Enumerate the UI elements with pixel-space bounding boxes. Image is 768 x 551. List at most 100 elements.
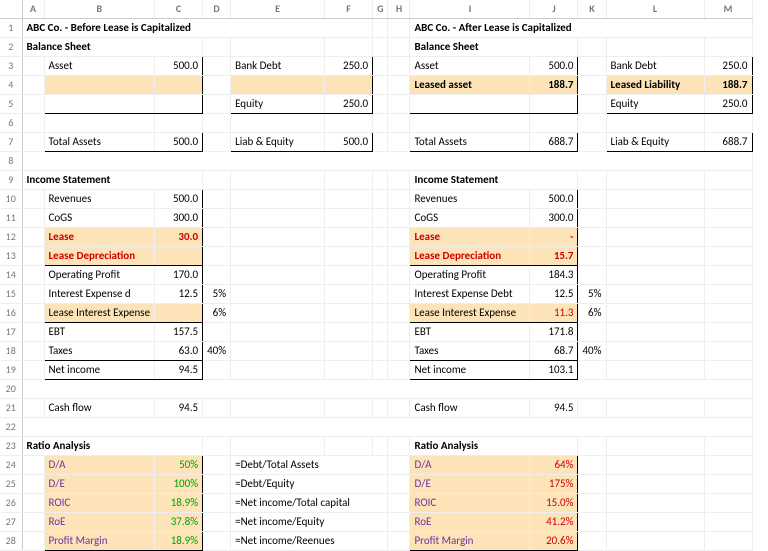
cogs-lbl-right[interactable]: CoGS: [410, 209, 530, 228]
int-val-left[interactable]: 12.5: [155, 285, 203, 304]
row-10[interactable]: 10: [0, 190, 22, 209]
row-23[interactable]: 23: [0, 437, 22, 456]
row-26[interactable]: 26: [0, 494, 22, 513]
col-C[interactable]: C: [155, 0, 203, 19]
spreadsheet-grid[interactable]: A B C D E F G H I J K L M 1 ABC Co. - Be…: [0, 0, 753, 551]
asset-val-left[interactable]: 500.0: [155, 57, 203, 76]
corner-cell[interactable]: [0, 0, 22, 19]
dep-val-right[interactable]: 15.7: [530, 247, 578, 266]
cf-lbl-left[interactable]: Cash flow: [44, 399, 155, 418]
le-lbl-right[interactable]: Liab & Equity: [606, 133, 704, 152]
tax-val-left[interactable]: 63.0: [155, 342, 203, 361]
row-25[interactable]: 25: [0, 475, 22, 494]
col-F[interactable]: F: [325, 0, 373, 19]
equity-val-right[interactable]: 250.0: [704, 95, 752, 114]
row-21[interactable]: 21: [0, 399, 22, 418]
lease-lbl-right[interactable]: Lease: [410, 228, 530, 247]
col-I[interactable]: I: [410, 0, 530, 19]
de-lbl-right[interactable]: D/E: [410, 475, 530, 494]
de-val-left[interactable]: 100%: [155, 475, 203, 494]
col-D[interactable]: D: [203, 0, 231, 19]
row-19[interactable]: 19: [0, 361, 22, 380]
lie-rate-right[interactable]: 6%: [578, 304, 606, 323]
dep-lbl-right[interactable]: Lease Depreciation: [410, 247, 530, 266]
cogs-val-right[interactable]: 300.0: [530, 209, 578, 228]
col-E[interactable]: E: [231, 0, 325, 19]
bankdebt-val-left[interactable]: 250.0: [325, 57, 373, 76]
int-rate-right[interactable]: 5%: [578, 285, 606, 304]
int-val-right[interactable]: 12.5: [530, 285, 578, 304]
roe-val-right[interactable]: 41.2%: [530, 513, 578, 532]
rev-val-right[interactable]: 500.0: [530, 190, 578, 209]
lie-val-left[interactable]: [155, 304, 203, 323]
lie-lbl-left[interactable]: Lease Interest Expense: [44, 304, 155, 323]
ebt-val-right[interactable]: 171.8: [530, 323, 578, 342]
row-11[interactable]: 11: [0, 209, 22, 228]
rev-lbl-left[interactable]: Revenues: [44, 190, 155, 209]
is-heading-right[interactable]: Income Statement: [410, 171, 578, 190]
leased-liab-lbl-right[interactable]: Leased Liability: [606, 76, 704, 95]
pm-lbl-right[interactable]: Profit Margin: [410, 532, 530, 551]
equity-lbl-right[interactable]: Equity: [606, 95, 704, 114]
col-L[interactable]: L: [606, 0, 704, 19]
row-20[interactable]: 20: [0, 380, 22, 399]
title-right[interactable]: ABC Co. - After Lease is Capitalized: [410, 19, 752, 38]
da-lbl-left[interactable]: D/A: [44, 456, 155, 475]
le-val-right[interactable]: 688.7: [704, 133, 752, 152]
row-12[interactable]: 12: [0, 228, 22, 247]
ni-val-left[interactable]: 94.5: [155, 361, 203, 380]
col-J[interactable]: J: [530, 0, 578, 19]
row-17[interactable]: 17: [0, 323, 22, 342]
asset-lbl-right[interactable]: Asset: [410, 57, 530, 76]
pm-val-right[interactable]: 20.6%: [530, 532, 578, 551]
pm-val-left[interactable]: 18.9%: [155, 532, 203, 551]
col-B[interactable]: B: [44, 0, 155, 19]
roic-lbl-right[interactable]: ROIC: [410, 494, 530, 513]
leased-asset-lbl-right[interactable]: Leased asset: [410, 76, 530, 95]
op-lbl-left[interactable]: Operating Profit: [44, 266, 155, 285]
row-27[interactable]: 27: [0, 513, 22, 532]
row-3[interactable]: 3: [0, 57, 22, 76]
asset-val-right[interactable]: 500.0: [530, 57, 578, 76]
leased-asset-val-right[interactable]: 188.7: [530, 76, 578, 95]
le-val-left[interactable]: 500.0: [325, 133, 373, 152]
ta-lbl-right[interactable]: Total Assets: [410, 133, 530, 152]
le-lbl-left[interactable]: Liab & Equity: [231, 133, 325, 152]
ta-val-right[interactable]: 688.7: [530, 133, 578, 152]
ni-lbl-left[interactable]: Net income: [44, 361, 155, 380]
leased-liab-val-right[interactable]: 188.7: [704, 76, 752, 95]
leased-asset-val-left[interactable]: [155, 76, 203, 95]
row-6[interactable]: 6: [0, 114, 22, 133]
row-1[interactable]: 1: [0, 19, 22, 38]
col-H[interactable]: H: [388, 0, 410, 19]
row-4[interactable]: 4: [0, 76, 22, 95]
ebt-val-left[interactable]: 157.5: [155, 323, 203, 342]
row-5[interactable]: 5: [0, 95, 22, 114]
bankdebt-lbl-left[interactable]: Bank Debt: [231, 57, 325, 76]
row-16[interactable]: 16: [0, 304, 22, 323]
tax-val-right[interactable]: 68.7: [530, 342, 578, 361]
ni-lbl-right[interactable]: Net income: [410, 361, 530, 380]
formula-pm[interactable]: =Net income/Reenues: [231, 532, 388, 551]
lease-val-left[interactable]: 30.0: [155, 228, 203, 247]
col-K[interactable]: K: [578, 0, 606, 19]
int-lbl-right[interactable]: Interest Expense Debt: [410, 285, 530, 304]
bs-heading-left[interactable]: Balance Sheet: [22, 38, 203, 57]
lease-lbl-left[interactable]: Lease: [44, 228, 155, 247]
lie-lbl-right[interactable]: Lease Interest Expense: [410, 304, 530, 323]
asset-lbl-left[interactable]: Asset: [44, 57, 155, 76]
op-val-right[interactable]: 184.3: [530, 266, 578, 285]
roic-val-right[interactable]: 15.0%: [530, 494, 578, 513]
int-rate-left[interactable]: 5%: [203, 285, 231, 304]
cogs-lbl-left[interactable]: CoGS: [44, 209, 155, 228]
leased-asset-lbl-left[interactable]: [44, 76, 155, 95]
ta-lbl-left[interactable]: Total Assets: [44, 133, 155, 152]
ebt-lbl-right[interactable]: EBT: [410, 323, 530, 342]
tax-lbl-right[interactable]: Taxes: [410, 342, 530, 361]
equity-lbl-left[interactable]: Equity: [231, 95, 325, 114]
roe-lbl-left[interactable]: RoE: [44, 513, 155, 532]
formula-roe[interactable]: =Net income/Equity: [231, 513, 388, 532]
int-lbl-left[interactable]: Interest Expense d: [44, 285, 155, 304]
op-val-left[interactable]: 170.0: [155, 266, 203, 285]
row-22[interactable]: 22: [0, 418, 22, 437]
